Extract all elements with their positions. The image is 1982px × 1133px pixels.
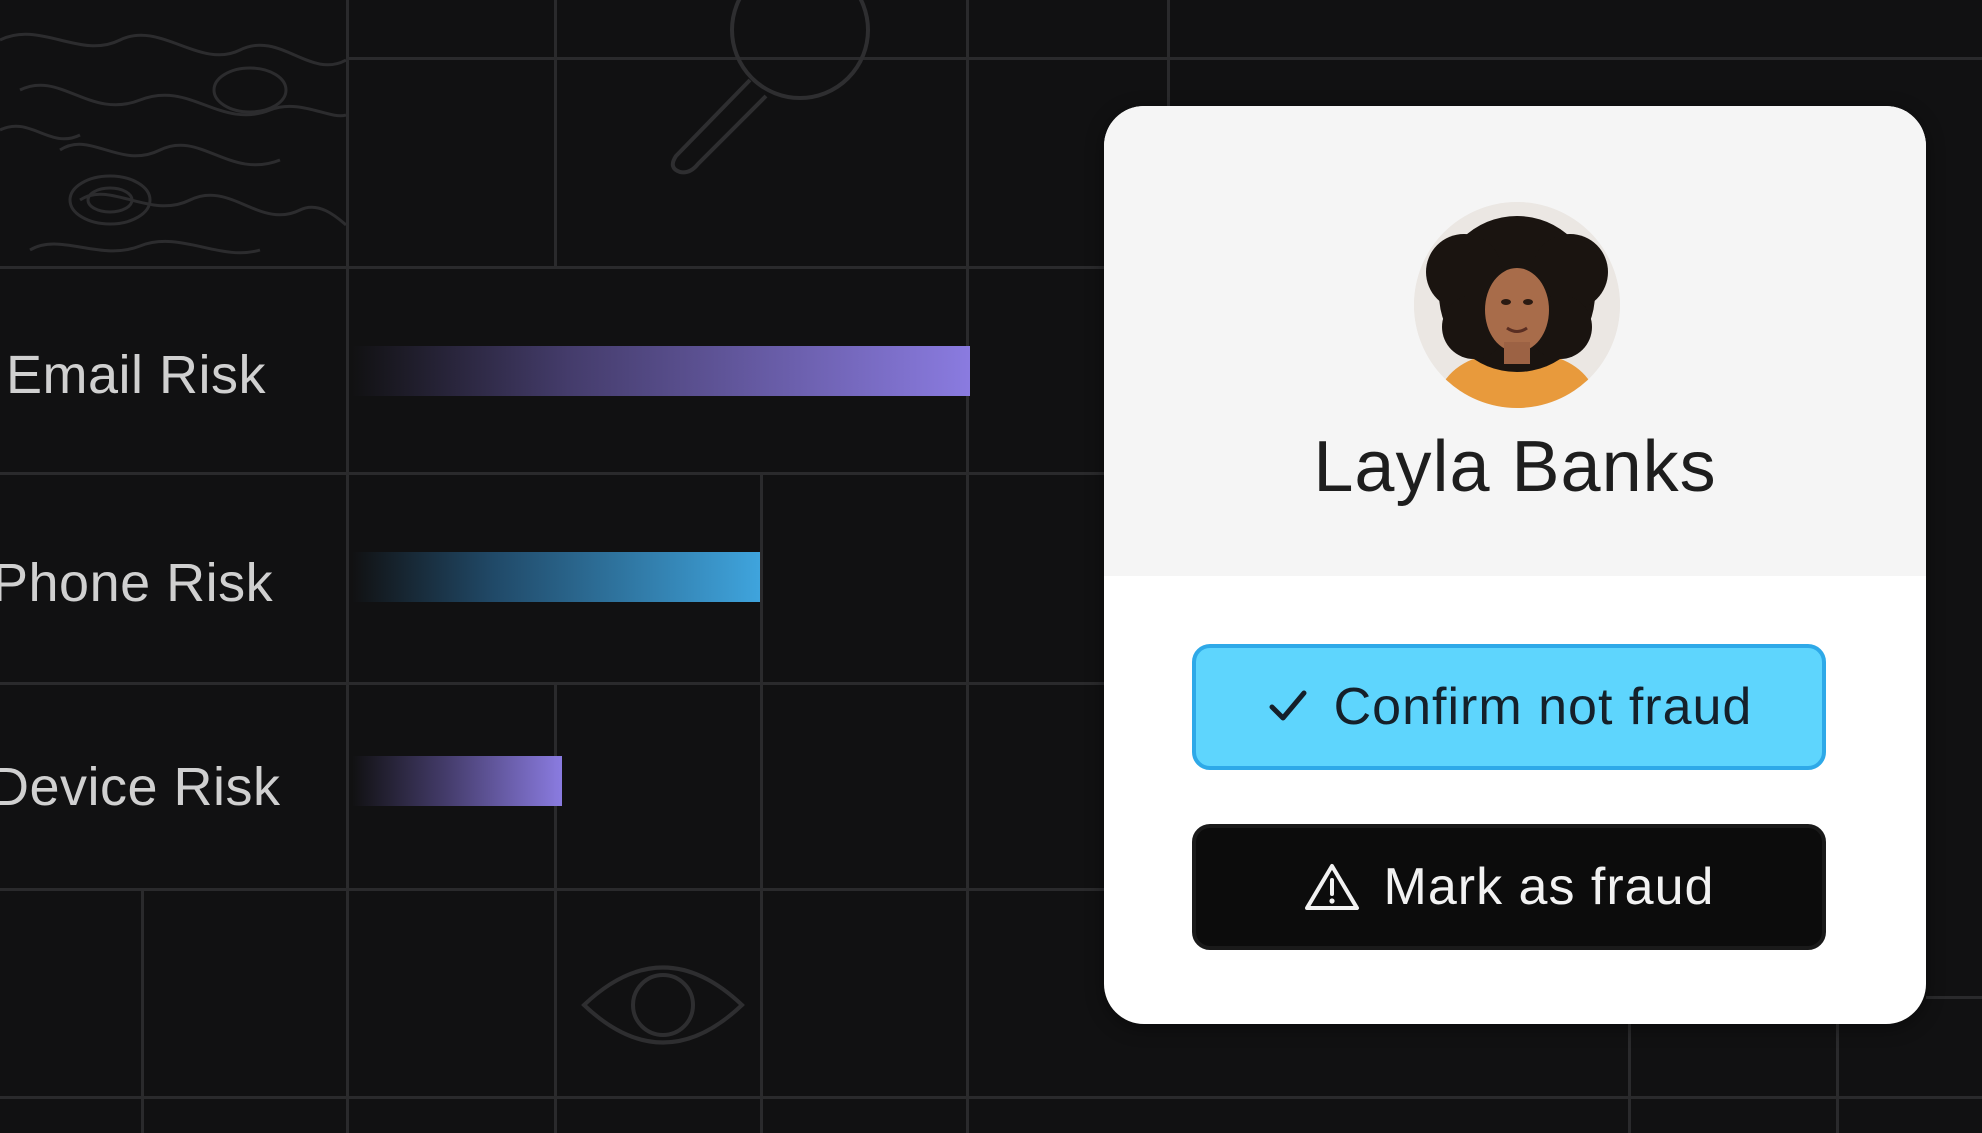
phone-risk-bar <box>352 552 760 602</box>
grid-line <box>760 474 763 1133</box>
mark-as-fraud-label: Mark as fraud <box>1383 858 1715 916</box>
grid-line <box>554 684 557 1133</box>
fraud-review-panel: Email Risk Phone Risk Device Risk Layla … <box>0 0 1982 1133</box>
check-icon <box>1266 685 1310 729</box>
person-portrait-icon <box>1414 202 1620 408</box>
grid-line <box>554 0 557 268</box>
device-risk-label: Device Risk <box>0 757 281 817</box>
profile-card: Layla Banks Confirm not fraud Mark as fr… <box>1104 106 1926 1024</box>
eye-icon <box>581 965 745 1045</box>
grid-line <box>1836 1024 1839 1133</box>
grid-line <box>346 0 349 1133</box>
grid-line <box>0 682 1104 685</box>
topographic-pattern-icon <box>0 32 346 255</box>
email-risk-bar <box>352 346 970 396</box>
magnifier-icon <box>670 0 870 175</box>
grid-line <box>966 0 969 1133</box>
device-risk-bar <box>352 756 562 806</box>
grid-line <box>1628 1024 1631 1133</box>
grid-line <box>0 888 1104 891</box>
grid-line <box>1167 0 1170 106</box>
mark-as-fraud-button[interactable]: Mark as fraud <box>1192 824 1826 950</box>
grid-line <box>0 1096 1982 1099</box>
person-name: Layla Banks <box>1313 427 1717 507</box>
grid-line <box>346 57 1982 60</box>
confirm-not-fraud-label: Confirm not fraud <box>1333 678 1753 736</box>
confirm-not-fraud-button[interactable]: Confirm not fraud <box>1192 644 1826 770</box>
grid-line <box>1926 996 1982 999</box>
avatar <box>1414 202 1620 408</box>
grid-line <box>0 266 1104 269</box>
email-risk-label: Email Risk <box>6 345 267 405</box>
warning-icon <box>1304 862 1360 912</box>
grid-line <box>0 472 1104 475</box>
phone-risk-label: Phone Risk <box>0 553 274 613</box>
